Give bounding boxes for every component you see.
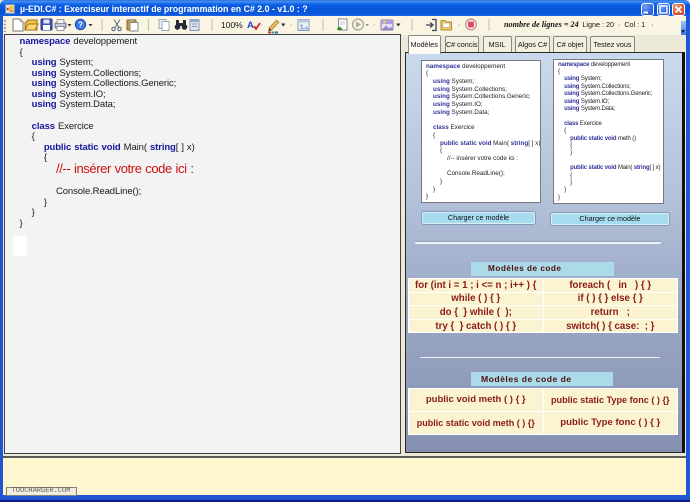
svg-text:A: A [247,20,254,31]
svg-text:?: ? [78,21,83,30]
